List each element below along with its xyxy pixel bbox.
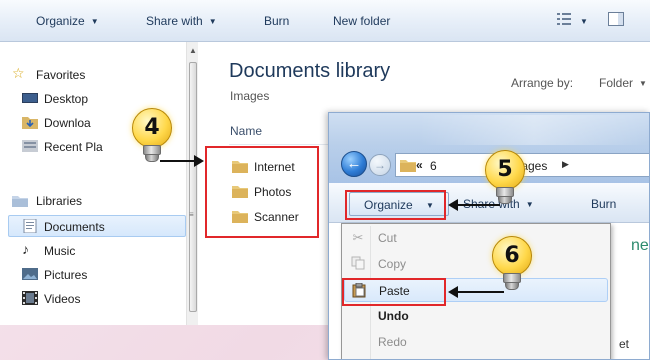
downloads-folder-icon	[22, 115, 38, 129]
column-divider	[229, 144, 329, 145]
documents-icon	[22, 218, 38, 234]
menu-item-label: Undo	[378, 309, 409, 323]
copy-icon	[350, 256, 366, 272]
arrange-by-label: Arrange by:	[511, 76, 574, 90]
recent-places-icon	[22, 139, 38, 153]
preview-pane-icon[interactable]	[608, 12, 624, 29]
scrollbar-thumb[interactable]	[189, 62, 197, 312]
step-5-lightbulb-icon: 5	[485, 150, 525, 208]
library-subtitle: Images	[230, 89, 270, 103]
back-arrow-icon[interactable]: ←	[341, 151, 367, 177]
nav-label: Music	[44, 244, 76, 258]
scissors-icon: ✂	[352, 230, 364, 245]
burn-button[interactable]: Burn	[591, 197, 616, 211]
new-folder-button[interactable]: New folder	[333, 14, 390, 28]
forward-arrow-icon[interactable]: →	[369, 154, 391, 176]
nav-documents[interactable]: Documents	[8, 215, 186, 237]
arrow-left-icon	[448, 286, 504, 298]
nav-label: Documents	[44, 220, 105, 234]
name-column-header[interactable]: Name	[230, 124, 262, 138]
nav-pictures[interactable]: Pictures	[0, 264, 190, 286]
nav-label: Videos	[44, 292, 81, 306]
arrow-right-icon	[160, 155, 204, 167]
navigation-pane: ☆ Favorites Desktop Downloa Recent Pla L…	[0, 42, 198, 325]
chevron-down-icon: ▼	[639, 79, 647, 88]
menu-item-label: Cut	[378, 231, 397, 245]
nav-label: Pictures	[44, 268, 88, 282]
star-icon: ☆	[12, 65, 25, 81]
step-4-lightbulb-icon: 4	[132, 108, 172, 166]
menu-item-cut[interactable]: ✂ Cut	[344, 226, 608, 250]
partial-heading-text: nen	[631, 237, 649, 254]
videos-icon	[22, 291, 38, 305]
library-title: Documents library	[229, 60, 391, 82]
nav-label: Favorites	[36, 68, 86, 82]
nav-label: Downloa	[44, 116, 91, 130]
libraries-icon	[12, 193, 28, 207]
view-options-icon[interactable]	[556, 12, 572, 29]
nav-libraries[interactable]: Libraries	[0, 190, 190, 212]
step-number: 6	[504, 243, 520, 268]
folder-icon	[400, 160, 416, 172]
nav-desktop[interactable]: Desktop	[0, 88, 190, 110]
highlight-box-folders	[205, 146, 319, 238]
navigation-scrollbar[interactable]: ▲ ≡	[186, 42, 198, 325]
step-6-lightbulb-icon: 6	[492, 236, 532, 294]
music-icon: ♪	[22, 241, 29, 257]
aero-glass-reflection	[419, 115, 649, 145]
step-number: 5	[497, 157, 513, 182]
nav-favorites[interactable]: ☆ Favorites	[0, 64, 190, 86]
menu-item-undo[interactable]: Undo	[344, 304, 608, 328]
breadcrumb-overflow-icon[interactable]: «	[416, 158, 423, 172]
organize-menu[interactable]: Organize ▼	[36, 14, 99, 28]
arrange-by-dropdown[interactable]: Folder ▼	[599, 76, 647, 90]
arrow-left-icon	[448, 199, 500, 211]
menu-item-label: Copy	[378, 257, 407, 271]
highlight-box-organize	[345, 190, 446, 220]
step-number: 4	[144, 115, 160, 140]
menu-item-copy[interactable]: Copy	[344, 252, 608, 276]
nav-music[interactable]: ♪ Music	[0, 240, 190, 262]
burn-button[interactable]: Burn	[264, 14, 289, 28]
desktop-icon	[22, 91, 38, 105]
breadcrumb-separator-icon[interactable]: ▶	[562, 159, 569, 170]
scroll-up-icon[interactable]: ▲	[189, 46, 197, 55]
command-bar: Organize ▼ Share with ▼ Burn New folder ▼	[0, 0, 650, 42]
highlight-box-paste	[342, 278, 446, 306]
chevron-down-icon: ▼	[525, 200, 534, 209]
menu-item-redo[interactable]: Redo	[344, 330, 608, 354]
nav-label: Desktop	[44, 92, 89, 106]
nav-label: Recent Pla	[44, 140, 103, 154]
pictures-icon	[22, 267, 38, 281]
breadcrumb-segment[interactable]: 6	[430, 159, 437, 173]
chevron-down-icon: ▼	[90, 17, 99, 26]
share-with-menu[interactable]: Share with▼	[146, 14, 217, 28]
nav-videos[interactable]: Videos	[0, 288, 190, 310]
view-options-chevron-icon[interactable]: ▼	[580, 14, 588, 28]
scrollbar-grip-icon: ≡	[189, 210, 194, 219]
partial-file-text: et	[619, 337, 630, 351]
chevron-down-icon: ▼	[208, 17, 217, 26]
nav-label: Libraries	[36, 194, 83, 208]
menu-item-label: Redo	[378, 335, 407, 349]
